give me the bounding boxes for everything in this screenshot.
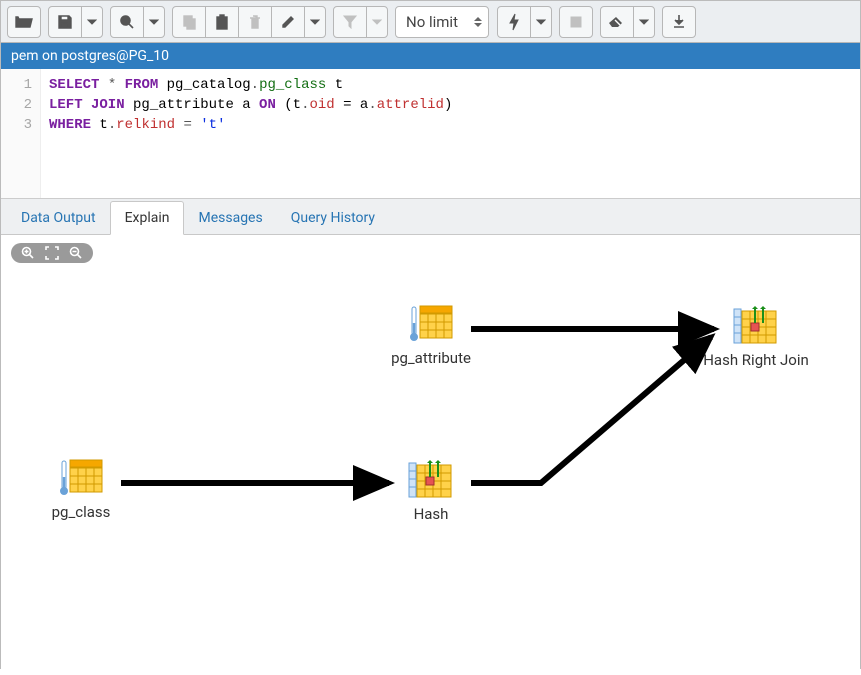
node-hash-right-join[interactable]: Hash Right Join — [696, 305, 816, 369]
save-dropdown[interactable] — [81, 6, 103, 38]
save-button[interactable] — [48, 6, 82, 38]
filter-button[interactable] — [333, 6, 367, 38]
explain-panel: pg_attribute Hash Right Join pg_class — [1, 235, 860, 675]
open-file-button[interactable] — [7, 6, 41, 38]
hashjoin-icon — [733, 305, 779, 345]
explain-diagram: pg_attribute Hash Right Join pg_class — [1, 235, 860, 675]
copy-button[interactable] — [172, 6, 206, 38]
find-dropdown[interactable] — [143, 6, 165, 38]
tab-messages[interactable]: Messages — [184, 202, 276, 234]
seqscan-icon — [409, 305, 453, 343]
connection-label: pem on postgres@PG_10 — [11, 48, 169, 64]
row-limit-value: No limit — [406, 13, 458, 31]
line-gutter: 123 — [1, 69, 41, 198]
edit-button[interactable] — [271, 6, 305, 38]
toolbar: No limit — [1, 1, 860, 43]
spinner-icon — [473, 16, 483, 28]
node-label: pg_class — [52, 503, 111, 521]
stop-button[interactable] — [559, 6, 593, 38]
delete-button[interactable] — [238, 6, 272, 38]
execute-dropdown[interactable] — [530, 6, 552, 38]
download-button[interactable] — [662, 6, 696, 38]
node-label: Hash — [414, 505, 449, 523]
find-button[interactable] — [110, 6, 144, 38]
execute-button[interactable] — [497, 6, 531, 38]
tab-explain[interactable]: Explain — [110, 201, 185, 235]
node-label: pg_attribute — [391, 349, 471, 367]
row-limit-select[interactable]: No limit — [395, 6, 489, 38]
sql-editor[interactable]: 123 SELECT * FROM pg_catalog.pg_class tL… — [1, 69, 860, 199]
edit-dropdown[interactable] — [304, 6, 326, 38]
paste-button[interactable] — [205, 6, 239, 38]
connection-bar: pem on postgres@PG_10 — [1, 43, 860, 69]
result-tabs: Data Output Explain Messages Query Histo… — [1, 199, 860, 235]
node-hash[interactable]: Hash — [371, 459, 491, 523]
clear-dropdown[interactable] — [633, 6, 655, 38]
node-pg-attribute[interactable]: pg_attribute — [371, 305, 491, 367]
clear-button[interactable] — [600, 6, 634, 38]
seqscan-icon — [59, 459, 103, 497]
sql-code[interactable]: SELECT * FROM pg_catalog.pg_class tLEFT … — [41, 69, 860, 198]
node-label: Hash Right Join — [703, 351, 809, 369]
hash-icon — [408, 459, 454, 499]
filter-dropdown[interactable] — [366, 6, 388, 38]
tab-query-history[interactable]: Query History — [277, 202, 389, 234]
tab-data-output[interactable]: Data Output — [7, 202, 110, 234]
node-pg-class[interactable]: pg_class — [21, 459, 141, 521]
